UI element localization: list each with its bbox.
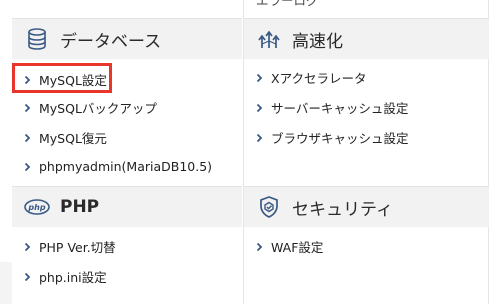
menu-item-label: MySQL設定 — [39, 73, 107, 88]
chevron-right-icon — [24, 242, 31, 252]
menu-item-php-version[interactable]: PHP Ver.切替 — [24, 237, 116, 256]
menu-item-label: PHP Ver.切替 — [39, 240, 116, 255]
menu-item-mysql-restore[interactable]: MySQL復元 — [24, 128, 107, 147]
database-icon — [24, 26, 50, 52]
menu-item-mysql-backup[interactable]: MySQLバックアップ — [24, 98, 157, 117]
chevron-right-icon — [24, 133, 31, 143]
chevron-right-icon — [24, 272, 31, 282]
speed-section-header: 高速化 — [244, 18, 489, 59]
menu-item-server-cache[interactable]: サーバーキャッシュ設定 — [256, 98, 408, 117]
chevron-right-icon — [256, 133, 263, 143]
menu-item-label: Xアクセラレータ — [271, 71, 367, 86]
svg-text:php: php — [27, 203, 45, 212]
menu-item-label: サーバーキャッシュ設定 — [271, 101, 409, 116]
chevron-right-icon — [24, 75, 31, 85]
database-section-title: データベース — [60, 31, 162, 52]
menu-item-phpmyadmin[interactable]: phpmyadmin(MariaDB10.5) — [24, 159, 212, 174]
menu-item-php-ini[interactable]: php.ini設定 — [24, 267, 107, 286]
menu-item-waf[interactable]: WAF設定 — [256, 237, 323, 256]
menu-item-x-accelerator[interactable]: Xアクセラレータ — [256, 68, 366, 87]
speed-arrows-icon — [256, 26, 282, 52]
menu-item-label: MySQLバックアップ — [39, 101, 157, 116]
security-section-title: セキュリティ — [292, 199, 393, 220]
menu-item-browser-cache[interactable]: ブラウザキャッシュ設定 — [256, 128, 409, 147]
php-icon: php — [24, 194, 50, 220]
chevron-right-icon — [24, 162, 31, 172]
shield-icon — [256, 194, 282, 220]
chevron-right-icon — [256, 242, 263, 252]
database-section-header: データベース — [12, 18, 242, 59]
right-column: エラーログ 高速化 Xアクセラレータ サーバーキャッシュ設定 ブラウザキャッシュ… — [243, 0, 489, 304]
chevron-right-icon — [24, 103, 31, 113]
menu-item-label: MySQL復元 — [39, 131, 107, 146]
speed-section-title: 高速化 — [292, 31, 343, 52]
chevron-right-icon — [256, 73, 263, 83]
page-gutter — [0, 262, 12, 304]
menu-item-label: ブラウザキャッシュ設定 — [271, 131, 409, 146]
menu-item-label: php.ini設定 — [39, 270, 107, 285]
chevron-right-icon — [256, 103, 263, 113]
php-section-title: PHP — [60, 197, 100, 217]
menu-item-error-log-partial[interactable]: エラーログ — [256, 0, 319, 9]
menu-item-label: WAF設定 — [271, 240, 324, 255]
menu-item-label: phpmyadmin(MariaDB10.5) — [39, 159, 213, 174]
left-column: データベース MySQL設定 MySQLバックアップ MySQL復元 phpmy… — [12, 0, 242, 304]
php-section-header: php PHP — [12, 186, 242, 227]
security-section-header: セキュリティ — [244, 186, 489, 227]
menu-item-mysql-settings[interactable]: MySQL設定 — [24, 70, 107, 89]
